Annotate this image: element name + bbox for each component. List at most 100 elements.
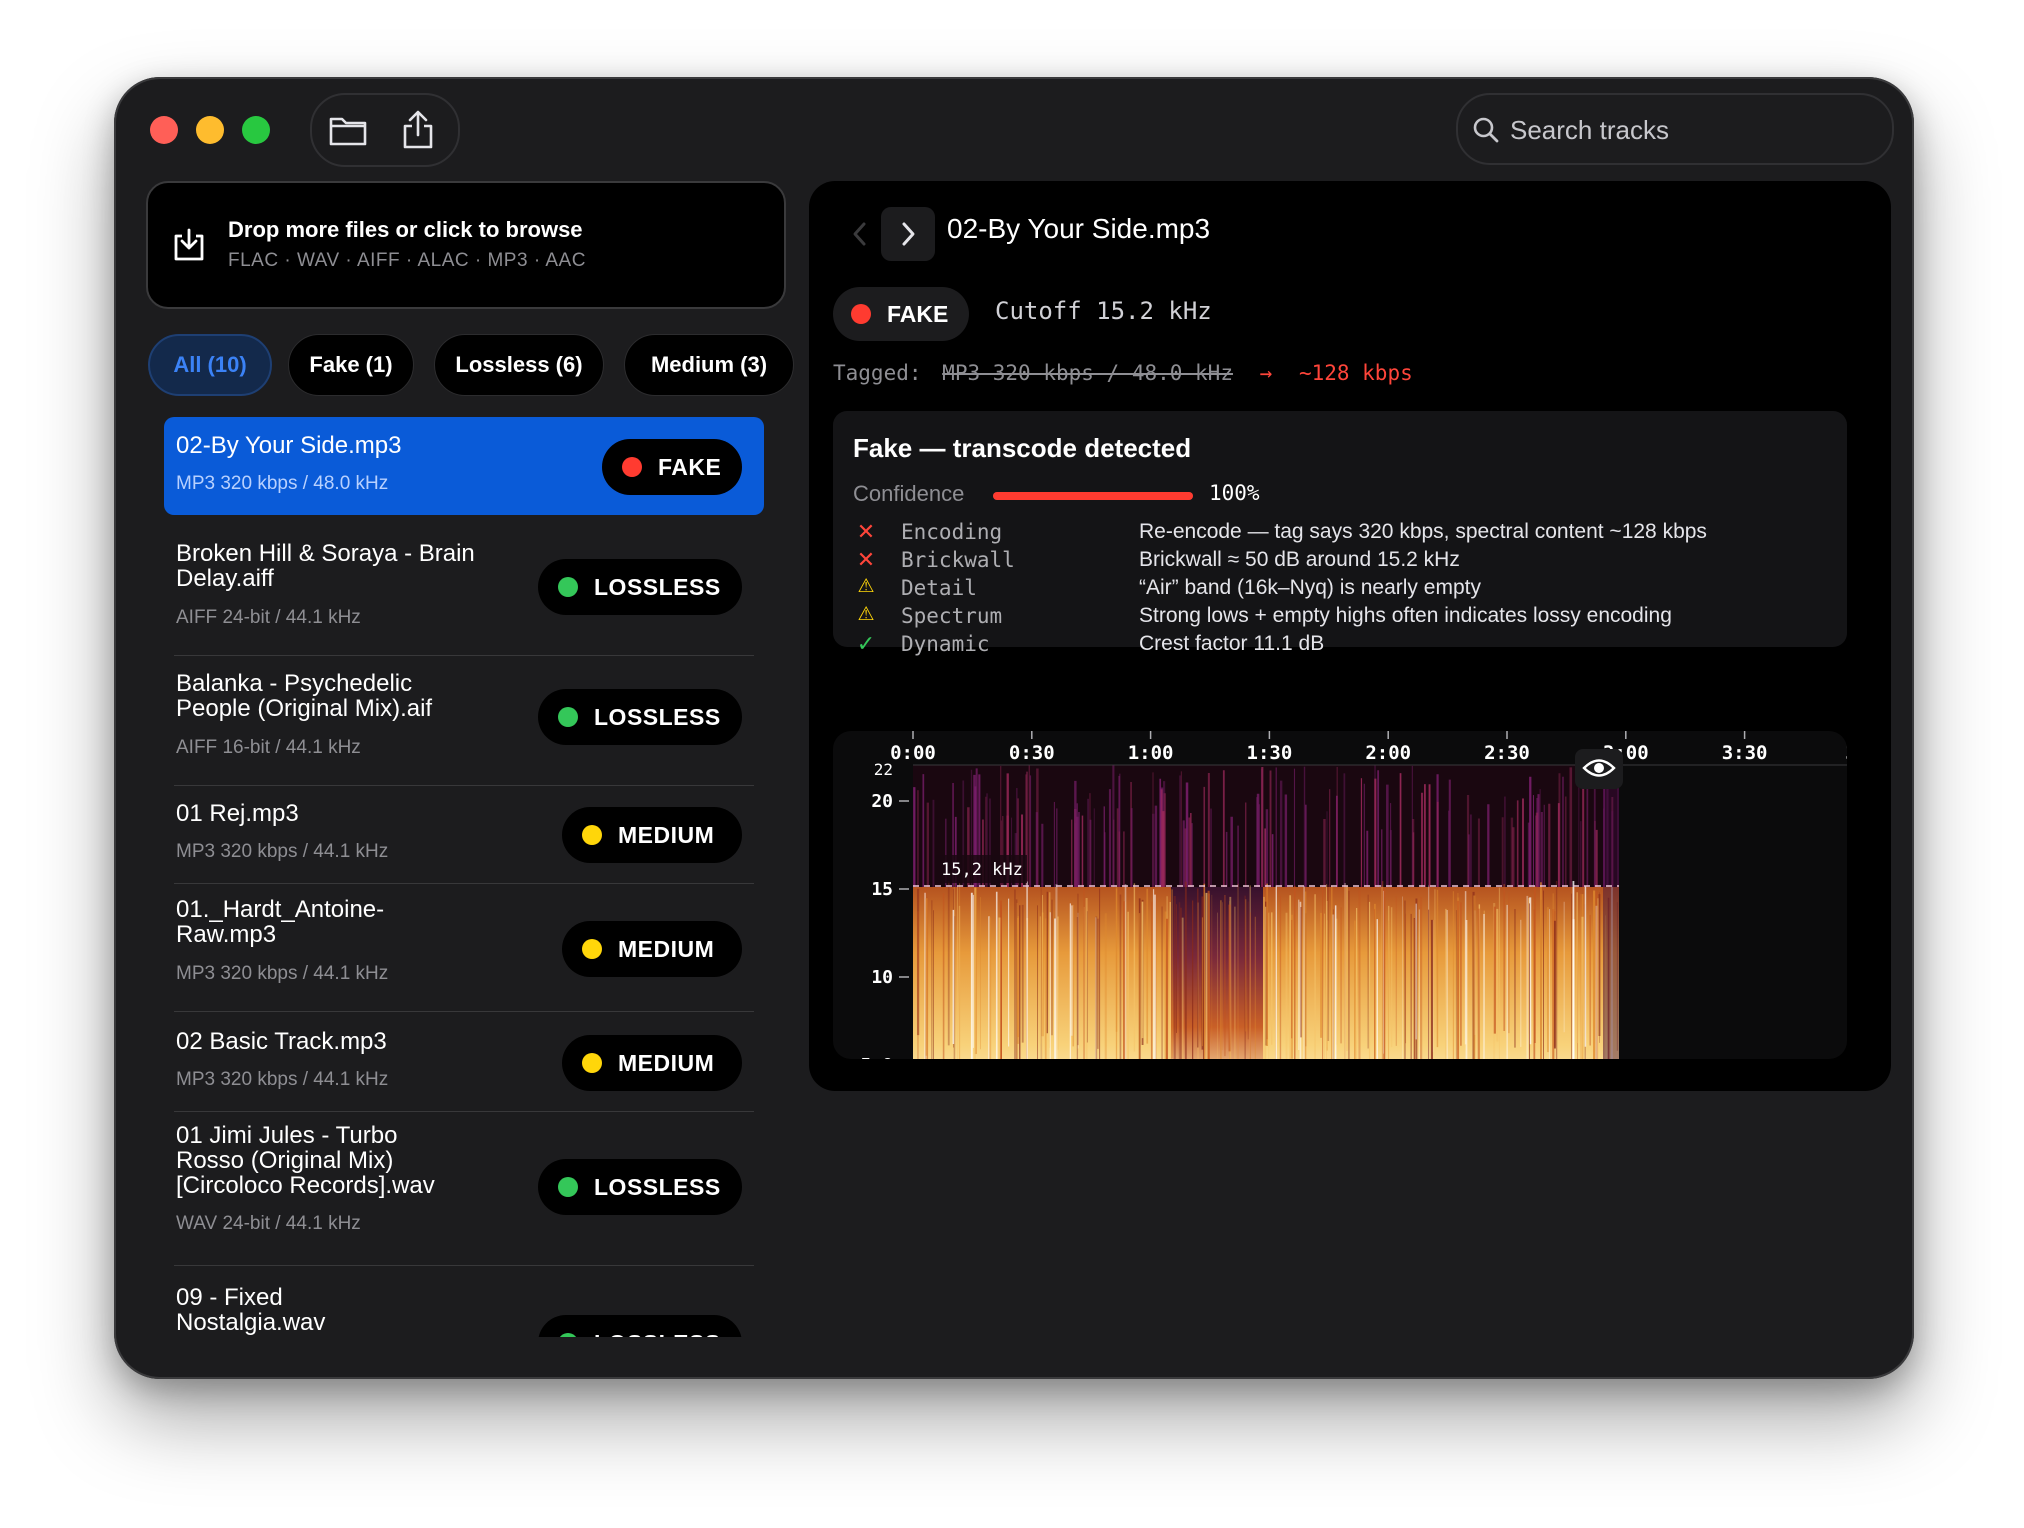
cutoff-readout: Cutoff 15.2 kHz: [995, 297, 1212, 325]
badge-label: MEDIUM: [618, 1049, 715, 1076]
time-tick-label: 1:00: [1128, 742, 1174, 764]
warning-icon: ⚠: [857, 604, 875, 625]
confidence-bar: [993, 492, 1193, 500]
track-name: 09 - Fixed Nostalgia.wav: [176, 1284, 326, 1336]
check-label: Detail: [901, 576, 977, 600]
chevron-left-icon: [853, 222, 866, 246]
status-dot: [558, 1177, 578, 1197]
track-list-continued: 01 Jimi Jules - Turbo Rosso (Original Mi…: [164, 1111, 784, 1337]
filter-label: Medium (3): [650, 352, 768, 377]
pass-icon: ✓: [856, 631, 876, 656]
status-dot: [582, 1053, 602, 1073]
open-folder-button[interactable]: [326, 108, 370, 152]
check-label: Dynamic: [901, 632, 990, 656]
frequency-axis: 2015105.0022: [860, 760, 909, 1059]
visibility-toggle-button[interactable]: [1575, 749, 1623, 789]
time-tick-label: 0:30: [1009, 742, 1055, 764]
check-text: Strong lows + empty highs often indicate…: [1139, 604, 1672, 627]
search-input[interactable]: [1508, 95, 1882, 165]
close-window-button[interactable]: [150, 116, 178, 144]
track-format: MP3 320 kbps / 44.1 kHz: [176, 1069, 389, 1090]
warning-icon: ⚠: [857, 576, 875, 597]
status-badge: LOSSLESS: [538, 689, 742, 745]
track-row[interactable]: 01 Jimi Jules - Turbo Rosso (Original Mi…: [164, 1111, 764, 1266]
track-format: MP3 320 kbps / 48.0 kHz: [176, 473, 389, 494]
spectrogram: 15,2 kHz 0:00 0:30 1:00 1:30 2:00 2:30 3:00 3:3…: [833, 731, 1847, 1059]
frequency-tick-label: 10: [871, 967, 893, 988]
filter-lossless[interactable]: Lossless (6): [434, 334, 604, 396]
check-label: Spectrum: [901, 604, 1003, 628]
track-name: Broken Hill & Soraya - Brain Delay.aiff: [176, 540, 475, 592]
check-text: Brickwall ≈ 50 dB around 15.2 kHz: [1139, 548, 1460, 571]
arrow-icon: →: [1259, 361, 1273, 385]
track-row[interactable]: Broken Hill & Soraya - Brain Delay.aiff …: [164, 527, 764, 656]
row-divider: [174, 1265, 754, 1266]
track-row[interactable]: 02 Basic Track.mp3 MP3 320 kbps / 44.1 k…: [164, 1015, 764, 1112]
chevron-right-icon: [902, 222, 915, 246]
filter-medium[interactable]: Medium (3): [624, 334, 794, 396]
confidence-fill: [993, 492, 1193, 500]
check-label: Encoding: [901, 520, 1003, 544]
confidence-value: 100%: [1209, 481, 1260, 505]
time-tick-label: 2:30: [1484, 742, 1530, 764]
app-window: Drop more files or click to browse FLAC …: [114, 77, 1914, 1379]
spectrogram-plot: 15,2 kHz 0:00 0:30 1:00 1:30 2:00 2:30 3:00 3:3…: [860, 731, 1847, 1059]
time-tick-label: 3:: [1845, 742, 1847, 764]
status-badge: MEDIUM: [562, 807, 742, 863]
badge-label: LOSSLESS: [594, 1330, 721, 1338]
minimize-window-button[interactable]: [196, 116, 224, 144]
track-format: MP3 320 kbps / 44.1 kHz: [176, 963, 389, 984]
track-row[interactable]: 01 Rej.mp3 MP3 320 kbps / 44.1 kHz MEDIU…: [164, 787, 764, 884]
status-badge: LOSSLESS: [538, 1159, 742, 1215]
drop-zone[interactable]: Drop more files or click to browse FLAC …: [146, 181, 786, 309]
status-dot: [558, 1333, 578, 1337]
verdict-label: FAKE: [887, 300, 949, 327]
filter-label: Fake (1): [309, 352, 393, 377]
share-icon: [403, 110, 433, 149]
cutoff-label: 15,2 kHz: [941, 860, 1023, 880]
track-name: 02-By Your Side.mp3: [176, 432, 402, 459]
status-dot: [558, 577, 578, 597]
frequency-tick-label: 15: [871, 879, 893, 900]
share-button[interactable]: [396, 108, 440, 152]
status-badge: LOSSLESS: [538, 1315, 742, 1337]
search-field[interactable]: [1456, 93, 1894, 165]
track-format: WAV 24-bit / 44.1 kHz: [176, 1213, 361, 1234]
track-row[interactable]: Balanka - Psychedelic People (Original M…: [164, 657, 764, 786]
time-tick-label: 1:30: [1247, 742, 1293, 764]
frequency-tick-label: 5.0: [860, 1055, 893, 1059]
row-divider: [174, 883, 754, 884]
track-name: 01 Rej.mp3: [176, 800, 299, 827]
fail-icon: ✕: [856, 547, 876, 572]
badge-label: LOSSLESS: [594, 1173, 721, 1200]
folder-icon: [329, 117, 367, 146]
toolbar-button-group: [310, 93, 460, 167]
status-dot: [582, 825, 602, 845]
track-name: 02 Basic Track.mp3: [176, 1028, 387, 1055]
tagged-line: Tagged: MP3 320 kbps / 48.0 kHz → ~128 k…: [833, 361, 1413, 385]
status-badge: MEDIUM: [562, 1035, 742, 1091]
check-text: Crest factor 11.1 dB: [1139, 632, 1325, 655]
filter-fake[interactable]: Fake (1): [288, 334, 414, 396]
search-icon: [1473, 117, 1499, 143]
track-row[interactable]: 09 - Fixed Nostalgia.wav LOSSLESS: [164, 1273, 764, 1337]
detail-panel: 02-By Your Side.mp3 FAKE Cutoff 15.2 kHz…: [809, 181, 1891, 1091]
verdict-badge: FAKE: [833, 287, 969, 341]
fail-icon: ✕: [856, 519, 876, 544]
previous-track-button[interactable]: [833, 207, 887, 261]
status-badge: MEDIUM: [562, 921, 742, 977]
track-format: AIFF 24-bit / 44.1 kHz: [176, 607, 361, 628]
status-dot: [582, 939, 602, 959]
next-track-button[interactable]: [881, 207, 935, 261]
drop-zone-formats: FLAC · WAV · AIFF · ALAC · MP3 · AAC: [228, 250, 586, 271]
frequency-tick-label: 20: [871, 791, 893, 812]
drop-zone-title: Drop more files or click to browse: [228, 217, 583, 242]
time-tick-label: 3:30: [1722, 742, 1768, 764]
track-row[interactable]: 01._Hardt_Antoine-Raw.mp3 MP3 320 kbps /…: [164, 885, 764, 1013]
filter-all[interactable]: All (10): [148, 334, 272, 396]
zoom-window-button[interactable]: [242, 116, 270, 144]
track-list: 02-By Your Side.mp3 MP3 320 kbps / 48.0 …: [164, 417, 784, 1121]
tagged-label: Tagged:: [833, 361, 922, 385]
track-row[interactable]: 02-By Your Side.mp3 MP3 320 kbps / 48.0 …: [164, 417, 764, 515]
badge-label: LOSSLESS: [594, 703, 721, 730]
